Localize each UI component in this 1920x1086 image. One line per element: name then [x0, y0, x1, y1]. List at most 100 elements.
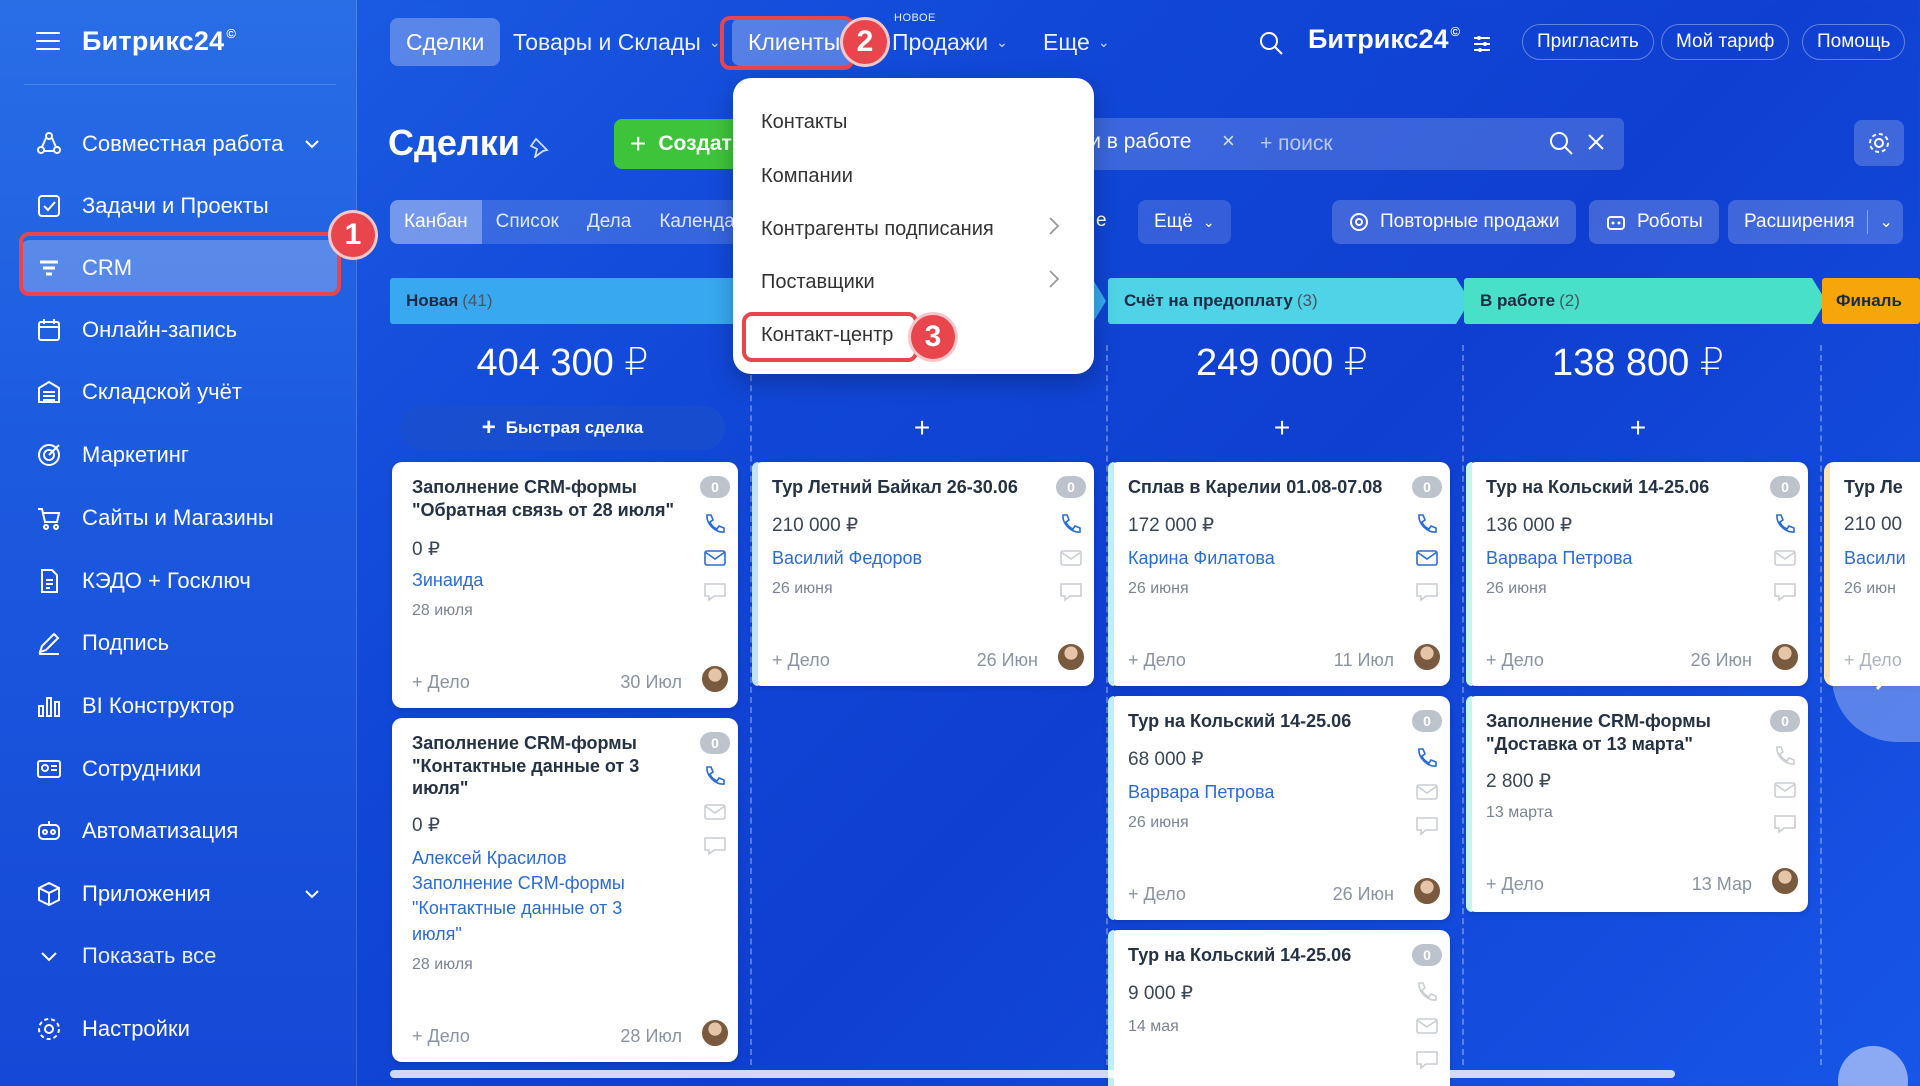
phone-icon[interactable] [1058, 512, 1084, 536]
avatar[interactable] [1056, 642, 1086, 672]
chat-icon[interactable] [1414, 814, 1440, 838]
deal-title[interactable]: Тур на Кольский 14-25.06 [1128, 710, 1390, 733]
phone-icon[interactable] [1772, 512, 1798, 536]
header-logo[interactable]: Битрикс24 © [1308, 24, 1460, 55]
deal-client-link[interactable]: Алексей Красилов Заполнение CRM-формы "К… [412, 846, 668, 947]
chat-icon[interactable] [1414, 580, 1440, 604]
sidebar-item-sign[interactable]: Подпись [20, 615, 338, 671]
deal-card[interactable]: Сплав в Карелии 01.08-07.08 0 172 000 ₽ … [1108, 462, 1450, 686]
quick-deal-button[interactable]: + Быстрая сделка [400, 406, 725, 450]
add-activity-link[interactable]: + Дело [772, 650, 830, 671]
sidebar-item-employees[interactable]: Сотрудники [20, 741, 338, 797]
tab-sales[interactable]: Продажи ⌄ [876, 18, 1024, 66]
add-activity-link[interactable]: + Дело [1128, 884, 1186, 905]
deal-title[interactable]: Заполнение CRM-формы "Контактные данные … [412, 732, 678, 800]
add-deal-button[interactable]: + [1464, 406, 1812, 450]
phone-icon[interactable] [1414, 980, 1440, 1004]
mail-icon[interactable] [1058, 546, 1084, 570]
sidebar-item-warehouse[interactable]: Складской учёт [20, 364, 338, 420]
chevron-down-icon[interactable] [302, 134, 322, 154]
deal-client-link[interactable]: Варвара Петрова [1486, 546, 1738, 571]
sidebar-item-booking[interactable]: Онлайн-запись [20, 302, 338, 358]
mail-icon[interactable] [702, 800, 728, 824]
sidebar-item-tasks[interactable]: Задачи и Проекты [20, 178, 338, 234]
phone-icon[interactable] [1414, 512, 1440, 536]
sliders-icon[interactable] [1472, 32, 1492, 54]
add-activity-link[interactable]: + Дело [1486, 874, 1544, 895]
chat-icon[interactable] [702, 580, 728, 604]
help-button[interactable]: Помощь [1802, 24, 1906, 60]
chat-icon[interactable] [1414, 1048, 1440, 1072]
pin-icon[interactable] [528, 136, 550, 158]
deal-client-link[interactable]: Васили [1844, 546, 1920, 571]
settings-button[interactable] [1854, 120, 1904, 166]
deal-title[interactable]: Заполнение CRM-формы "Обратная связь от … [412, 476, 678, 521]
column-header[interactable]: Новая (41) [390, 278, 749, 324]
add-activity-link[interactable]: + Дело [412, 1026, 470, 1047]
add-deal-button[interactable]: + [752, 406, 1092, 450]
deal-client-link[interactable]: Варвара Петрова [1128, 780, 1380, 805]
tab-list[interactable]: Список [482, 200, 573, 244]
add-activity-link[interactable]: + Дело [1486, 650, 1544, 671]
deal-card[interactable]: Тур на Кольский 14-25.06 0 9 000 ₽ 14 ма… [1108, 930, 1450, 1086]
mail-icon[interactable] [1772, 546, 1798, 570]
avatar[interactable] [1412, 876, 1442, 906]
tab-more[interactable]: Еще ⌄ [1027, 18, 1126, 66]
horizontal-scrollbar[interactable] [390, 1070, 1675, 1078]
chevron-down-icon[interactable] [302, 884, 322, 904]
avatar[interactable] [700, 664, 730, 694]
menu-item-sign-counterparties[interactable]: Контрагенты подписания [761, 218, 994, 241]
sidebar-item-collaboration[interactable]: Совместная работа [20, 116, 338, 172]
phone-icon[interactable] [702, 512, 728, 536]
view-more-dropdown[interactable]: Ещё ⌄ [1138, 200, 1231, 244]
search-input[interactable]: + поиск [1260, 132, 1333, 156]
chat-icon[interactable] [1772, 580, 1798, 604]
mail-icon[interactable] [702, 546, 728, 570]
sidebar-item-bi[interactable]: BI Конструктор [20, 678, 338, 734]
clear-icon[interactable] [1586, 132, 1606, 152]
deal-card[interactable]: Заполнение CRM-формы "Обратная связь от … [392, 462, 738, 708]
filter-remove-icon[interactable]: × [1222, 128, 1235, 154]
add-deal-button[interactable]: + [1108, 406, 1456, 450]
mail-icon[interactable] [1414, 1014, 1440, 1038]
deal-title[interactable]: Тур на Кольский 14-25.06 [1486, 476, 1748, 499]
mail-icon[interactable] [1772, 778, 1798, 802]
deal-card[interactable]: Тур на Кольский 14-25.06 0 68 000 ₽ Варв… [1108, 696, 1450, 920]
deal-card[interactable]: Тур на Кольский 14-25.06 0 136 000 ₽ Вар… [1466, 462, 1808, 686]
sidebar-item-marketing[interactable]: Маркетинг [20, 427, 338, 483]
extensions-button[interactable]: Расширения ⌄ [1728, 200, 1903, 244]
avatar[interactable] [1412, 642, 1442, 672]
sidebar-item-kedo[interactable]: КЭДО + Госключ [20, 553, 338, 609]
deal-title[interactable]: Заполнение CRM-формы "Доставка от 13 мар… [1486, 710, 1748, 755]
mail-icon[interactable] [1414, 780, 1440, 804]
column-header[interactable]: Счёт на предоплату (3) [1108, 278, 1470, 324]
tariff-button[interactable]: Мой тариф [1661, 24, 1790, 60]
sidebar-item-settings[interactable]: Настройки [20, 1001, 338, 1057]
search-icon[interactable] [1258, 30, 1284, 56]
sidebar-item-sites[interactable]: Сайты и Магазины [20, 490, 338, 546]
menu-burger-icon[interactable] [36, 32, 60, 50]
chat-icon[interactable] [702, 834, 728, 858]
column-header[interactable]: Финаль [1822, 278, 1920, 324]
show-all-toggle[interactable]: Показать все [20, 928, 338, 984]
phone-icon[interactable] [1414, 746, 1440, 770]
deal-client-link[interactable]: Василий Федоров [772, 546, 1024, 571]
deal-title[interactable]: Тур Летний Байкал 26-30.06 [772, 476, 1034, 499]
robots-button[interactable]: Роботы [1589, 200, 1719, 244]
tab-kanban[interactable]: Канбан [390, 200, 482, 244]
menu-item-contacts[interactable]: Контакты [761, 111, 847, 134]
tab-deals[interactable]: Сделки [390, 18, 501, 66]
deal-title[interactable]: Тур Ле [1844, 476, 1920, 499]
deal-card[interactable]: Заполнение CRM-формы "Контактные данные … [392, 718, 738, 1062]
phone-icon[interactable] [1772, 744, 1798, 768]
mail-icon[interactable] [1414, 546, 1440, 570]
avatar[interactable] [1770, 866, 1800, 896]
deal-client-link[interactable]: Зинаида [412, 568, 668, 593]
chat-icon[interactable] [1772, 812, 1798, 836]
menu-item-companies[interactable]: Компании [761, 165, 853, 188]
sidebar-item-apps[interactable]: Приложения [20, 866, 338, 922]
chat-icon[interactable] [1838, 1046, 1908, 1086]
avatar[interactable] [700, 1018, 730, 1048]
deal-card[interactable]: Тур Летний Байкал 26-30.06 0 210 000 ₽ В… [752, 462, 1094, 686]
avatar[interactable] [1770, 642, 1800, 672]
